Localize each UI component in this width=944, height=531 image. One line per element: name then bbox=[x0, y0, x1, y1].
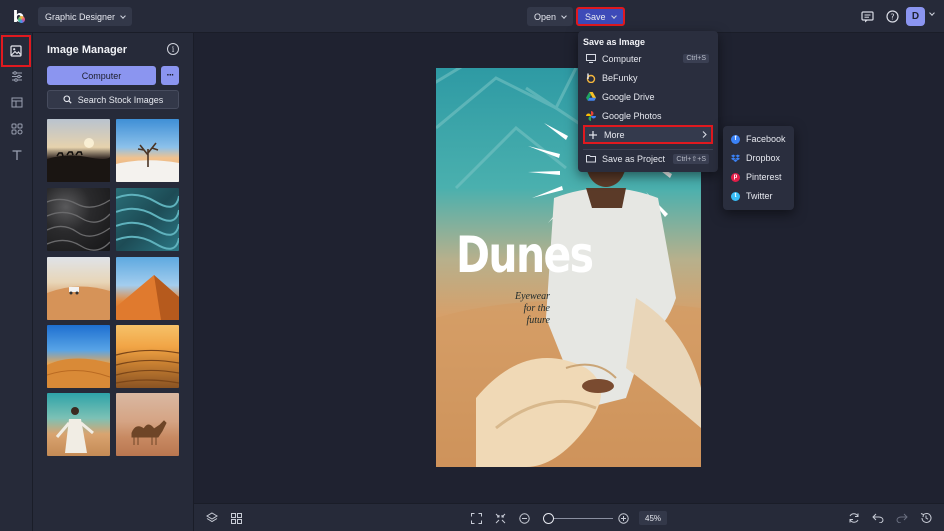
thumbnail-camel-caravan[interactable] bbox=[47, 119, 110, 182]
thumbnail-jeep-dunes[interactable] bbox=[47, 257, 110, 320]
zoom-value[interactable]: 45% bbox=[639, 511, 668, 525]
save-google-photos-label: Google Photos bbox=[602, 110, 662, 121]
share-facebook-item[interactable]: f Facebook bbox=[731, 131, 786, 147]
zoom-in-icon[interactable] bbox=[616, 511, 630, 525]
chevron-down-icon bbox=[610, 12, 617, 19]
thumbnail-dark-sand[interactable] bbox=[47, 188, 110, 251]
layout-icon[interactable] bbox=[4, 90, 29, 115]
layers-icon[interactable] bbox=[205, 511, 219, 525]
thumbnail-woman-desert[interactable] bbox=[47, 393, 110, 456]
help-icon[interactable]: ? bbox=[884, 8, 901, 25]
facebook-icon: f bbox=[731, 134, 740, 144]
image-manager-panel: Image Manager i Computer ··· Search Stoc… bbox=[33, 33, 194, 531]
befunky-logo[interactable]: b bbox=[8, 6, 29, 27]
thumbnail-dead-tree[interactable] bbox=[116, 119, 179, 182]
facebook-label: Facebook bbox=[746, 134, 786, 144]
chevron-down-icon[interactable] bbox=[929, 10, 935, 16]
open-label: Open bbox=[534, 11, 557, 22]
plus-icon bbox=[588, 130, 598, 140]
thumbnail-blue-sky-dunes[interactable] bbox=[47, 325, 110, 388]
redo-icon[interactable] bbox=[895, 511, 909, 525]
share-dropbox-item[interactable]: Dropbox bbox=[731, 150, 780, 166]
save-as-image-header: Save as Image bbox=[583, 37, 646, 47]
fit-to-screen-icon[interactable] bbox=[469, 511, 483, 525]
save-befunky-label: BeFunky bbox=[602, 72, 638, 83]
undo-icon[interactable] bbox=[871, 511, 885, 525]
save-more-label: More bbox=[604, 129, 625, 140]
search-label: Search Stock Images bbox=[77, 94, 164, 105]
reset-icon[interactable] bbox=[847, 511, 861, 525]
chevron-right-icon bbox=[702, 130, 707, 140]
google-drive-icon bbox=[586, 92, 596, 102]
zoom-out-icon[interactable] bbox=[517, 511, 531, 525]
save-computer-label: Computer bbox=[602, 53, 642, 64]
monitor-icon bbox=[586, 54, 596, 64]
subtitle-line: Eyewear bbox=[515, 291, 550, 302]
actual-size-icon[interactable] bbox=[493, 511, 507, 525]
search-icon bbox=[63, 95, 72, 104]
pinterest-label: Pinterest bbox=[746, 172, 782, 182]
save-computer-item[interactable]: Computer Ctrl+S bbox=[583, 50, 713, 67]
save-button[interactable]: Save bbox=[576, 7, 625, 26]
dropbox-icon bbox=[731, 153, 740, 163]
image-manager-icon[interactable] bbox=[1, 35, 31, 67]
bottom-toolbar: 45% bbox=[194, 503, 944, 531]
svg-text:?: ? bbox=[890, 12, 894, 21]
project-type-label: Graphic Designer bbox=[45, 11, 116, 22]
save-befunky-item[interactable]: BeFunky bbox=[583, 69, 713, 86]
google-photos-icon bbox=[586, 110, 596, 121]
chevron-down-icon bbox=[120, 12, 126, 19]
top-bar: b Graphic Designer Open Save ? D bbox=[0, 0, 944, 33]
save-label: Save bbox=[585, 11, 606, 22]
artboard-title[interactable]: Dunes bbox=[456, 226, 594, 284]
chevron-down-icon bbox=[561, 12, 567, 19]
zoom-slider-handle[interactable] bbox=[543, 513, 555, 524]
save-more-item[interactable]: More bbox=[583, 125, 713, 144]
project-type-dropdown[interactable]: Graphic Designer bbox=[38, 7, 133, 26]
open-button[interactable]: Open bbox=[527, 7, 574, 26]
logo-dot bbox=[18, 16, 25, 23]
share-pinterest-item[interactable]: p Pinterest bbox=[731, 169, 782, 185]
save-google-drive-label: Google Drive bbox=[602, 91, 655, 102]
comments-icon[interactable] bbox=[859, 8, 876, 25]
share-twitter-item[interactable]: t Twitter bbox=[731, 188, 773, 204]
twitter-icon: t bbox=[731, 191, 740, 201]
dropbox-label: Dropbox bbox=[746, 153, 781, 163]
twitter-label: Twitter bbox=[746, 191, 773, 201]
subtitle-line: for the bbox=[523, 303, 550, 314]
panel-title: Image Manager bbox=[47, 44, 128, 56]
save-as-project-item[interactable]: Save as Project Ctrl+⇧+S bbox=[583, 150, 713, 167]
tool-rail bbox=[0, 33, 33, 531]
save-google-photos-item[interactable]: Google Photos bbox=[583, 107, 713, 124]
adjustments-icon[interactable] bbox=[4, 64, 29, 89]
text-icon[interactable] bbox=[4, 142, 29, 167]
search-stock-images-button[interactable]: Search Stock Images bbox=[47, 90, 179, 109]
grid-view-icon[interactable] bbox=[229, 511, 243, 525]
pinterest-icon: p bbox=[731, 172, 740, 182]
subtitle-line: future bbox=[526, 315, 550, 326]
shortcut-badge: Ctrl+S bbox=[683, 54, 709, 63]
graphics-icon[interactable] bbox=[4, 116, 29, 141]
thumbnail-teal-ripples[interactable] bbox=[116, 188, 179, 251]
save-dropdown-menu: Save as Image Computer Ctrl+S BeFunky Go… bbox=[578, 31, 718, 172]
save-as-project-label: Save as Project bbox=[602, 153, 666, 164]
befunky-icon bbox=[586, 73, 596, 83]
artboard-subtitle[interactable]: Eyewear for the future bbox=[490, 291, 550, 327]
more-submenu: f Facebook Dropbox p Pinterest t Twitter bbox=[723, 126, 794, 210]
folder-icon bbox=[586, 154, 596, 164]
thumbnail-orange-dune[interactable] bbox=[116, 257, 179, 320]
computer-upload-button[interactable]: Computer bbox=[47, 66, 156, 85]
history-icon[interactable] bbox=[919, 511, 933, 525]
avatar[interactable]: D bbox=[906, 7, 925, 26]
thumbnail-golden-ripples[interactable] bbox=[116, 325, 179, 388]
save-google-drive-item[interactable]: Google Drive bbox=[583, 88, 713, 105]
shortcut-badge: Ctrl+⇧+S bbox=[673, 153, 709, 164]
more-options-button[interactable]: ··· bbox=[161, 66, 179, 85]
info-icon[interactable]: i bbox=[167, 43, 179, 55]
thumbnail-camel[interactable] bbox=[116, 393, 179, 456]
